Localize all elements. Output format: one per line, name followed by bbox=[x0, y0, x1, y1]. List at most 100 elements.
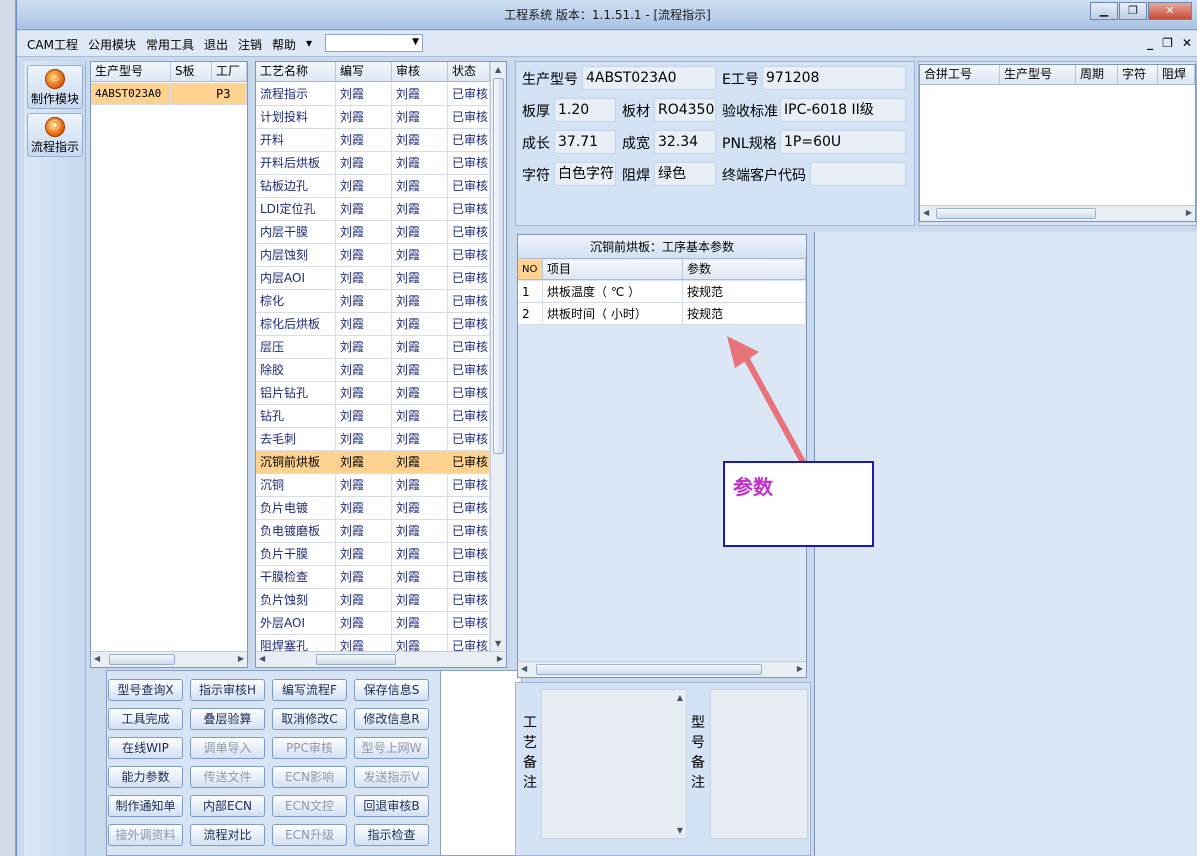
process-row[interactable]: LDI定位孔 刘霞 刘霞 已审核 bbox=[256, 198, 490, 221]
col-merge-cycle[interactable]: 周期 bbox=[1076, 65, 1118, 84]
scroll-thumb[interactable] bbox=[316, 654, 396, 665]
scroll-up-icon[interactable]: ▲ bbox=[677, 693, 683, 702]
menu-logout[interactable]: 注销 bbox=[238, 36, 262, 53]
action-button[interactable]: 型号上网W bbox=[354, 737, 429, 759]
process-row[interactable]: 层压 刘霞 刘霞 已审核 bbox=[256, 336, 490, 359]
scroll-down-icon[interactable]: ▼ bbox=[677, 826, 683, 835]
process-row[interactable]: 负电镀磨板 刘霞 刘霞 已审核 bbox=[256, 520, 490, 543]
thickness-value[interactable]: 1.20 bbox=[554, 98, 616, 122]
action-button[interactable]: 回退审核B bbox=[354, 795, 429, 817]
process-row[interactable]: 外层AOI 刘霞 刘霞 已审核 bbox=[256, 612, 490, 635]
pnl-value[interactable]: 1P=60U bbox=[780, 130, 906, 154]
scroll-left-icon[interactable]: ◀ bbox=[94, 654, 100, 663]
process-row[interactable]: 棕化后烘板 刘霞 刘霞 已审核 bbox=[256, 313, 490, 336]
action-button[interactable]: ECN升级 bbox=[272, 824, 347, 846]
length-value[interactable]: 37.71 bbox=[554, 130, 616, 154]
col-param[interactable]: 参数 bbox=[683, 260, 806, 279]
standard-value[interactable]: IPC-6018 II级 bbox=[780, 98, 906, 122]
action-button[interactable]: 流程对比 bbox=[190, 824, 265, 846]
process-row[interactable]: 沉铜前烘板 刘霞 刘霞 已审核 bbox=[256, 451, 490, 474]
col-merge-char[interactable]: 字符 bbox=[1118, 65, 1158, 84]
mdi-close-button[interactable]: ✕ bbox=[1182, 36, 1192, 50]
scroll-up-icon[interactable]: ▲ bbox=[495, 65, 501, 74]
process-row[interactable]: 除胶 刘霞 刘霞 已审核 bbox=[256, 359, 490, 382]
action-button[interactable]: 发送指示V bbox=[354, 766, 429, 788]
process-row[interactable]: 计划投料 刘霞 刘霞 已审核 bbox=[256, 106, 490, 129]
menu-combo-box[interactable]: ▼ bbox=[325, 34, 423, 52]
menu-exit[interactable]: 退出 bbox=[204, 36, 228, 53]
action-button[interactable]: 能力参数 bbox=[108, 766, 183, 788]
scroll-down-icon[interactable]: ▼ bbox=[495, 639, 501, 648]
col-merge-mask[interactable]: 阻焊 bbox=[1158, 65, 1195, 84]
action-button[interactable]: 取消修改C bbox=[272, 708, 347, 730]
model-value[interactable]: 4ABST023A0 bbox=[582, 66, 716, 90]
mdi-restore-button[interactable]: ❐ bbox=[1162, 36, 1173, 50]
model-row[interactable]: 4ABST023A0 P3 bbox=[91, 83, 247, 105]
params-row[interactable]: 1 烘板温度（ ℃ ） 按规范 bbox=[518, 281, 806, 303]
action-button[interactable]: 型号查询X bbox=[108, 679, 183, 701]
process-grid-vscroll[interactable]: ▲ ▼ bbox=[490, 62, 506, 651]
process-row[interactable]: 内层干膜 刘霞 刘霞 已审核 bbox=[256, 221, 490, 244]
col-merge-no[interactable]: 合拼工号 bbox=[920, 65, 1000, 84]
menu-help[interactable]: 帮助 bbox=[272, 36, 296, 53]
material-value[interactable]: RO4350B bbox=[654, 98, 716, 122]
scroll-thumb-vertical[interactable] bbox=[493, 78, 504, 454]
scroll-left-icon[interactable]: ◀ bbox=[923, 208, 929, 217]
model-grid-hscroll[interactable]: ◀ ▶ bbox=[91, 651, 247, 667]
title-bar[interactable]: 工程系统 版本：1.1.51.1 - [流程指示] ▁ ❐ ✕ bbox=[17, 0, 1197, 30]
scroll-right-icon[interactable]: ▶ bbox=[1186, 208, 1192, 217]
action-button[interactable]: ECN影响 bbox=[272, 766, 347, 788]
help-dropdown-arrow-icon[interactable]: ▾ bbox=[306, 36, 312, 53]
merge-grid-hscroll[interactable]: ◀ ▶ bbox=[920, 205, 1195, 221]
process-row[interactable]: 阻焊塞孔 刘霞 刘霞 已审核 bbox=[256, 635, 490, 651]
process-row[interactable]: 负片干膜 刘霞 刘霞 已审核 bbox=[256, 543, 490, 566]
col-status[interactable]: 状态 bbox=[448, 62, 490, 81]
action-button[interactable]: 编写流程F bbox=[272, 679, 347, 701]
action-button[interactable]: 在线WIP bbox=[108, 737, 183, 759]
scroll-right-icon[interactable]: ▶ bbox=[497, 654, 503, 663]
process-row[interactable]: 铝片钻孔 刘霞 刘霞 已审核 bbox=[256, 382, 490, 405]
char-value[interactable]: 白色字符 bbox=[554, 162, 616, 186]
mask-value[interactable]: 绿色 bbox=[654, 162, 716, 186]
col-model[interactable]: 生产型号 bbox=[91, 62, 171, 81]
make-module-button[interactable]: ♨ 制作模块 bbox=[27, 65, 83, 109]
eng-no-value[interactable]: 971208 bbox=[762, 66, 906, 90]
action-button[interactable]: ECN文控 bbox=[272, 795, 347, 817]
action-button[interactable]: 传送文件 bbox=[190, 766, 265, 788]
process-row[interactable]: 沉铜 刘霞 刘霞 已审核 bbox=[256, 474, 490, 497]
action-button[interactable]: 修改信息R bbox=[354, 708, 429, 730]
process-row[interactable]: 内层AOI 刘霞 刘霞 已审核 bbox=[256, 267, 490, 290]
action-button[interactable]: 叠层验算 bbox=[190, 708, 265, 730]
maximize-button[interactable]: ❐ bbox=[1119, 2, 1147, 20]
process-note-textarea[interactable]: ▲ ▼ bbox=[541, 689, 687, 839]
col-factory[interactable]: 工厂 bbox=[212, 62, 247, 81]
action-button[interactable]: 指示审核H bbox=[190, 679, 265, 701]
width-value[interactable]: 32.34 bbox=[654, 130, 716, 154]
action-button[interactable]: 调单导入 bbox=[190, 737, 265, 759]
process-row[interactable]: 开料后烘板 刘霞 刘霞 已审核 bbox=[256, 152, 490, 175]
mdi-minimize-button[interactable]: _ bbox=[1147, 36, 1153, 50]
process-row[interactable]: 开料 刘霞 刘霞 已审核 bbox=[256, 129, 490, 152]
col-reviewer[interactable]: 审核 bbox=[392, 62, 448, 81]
col-no[interactable]: NO bbox=[518, 260, 543, 279]
scroll-right-icon[interactable]: ▶ bbox=[797, 664, 803, 673]
action-button[interactable]: 制作通知单 bbox=[108, 795, 183, 817]
process-row[interactable]: 内层蚀刻 刘霞 刘霞 已审核 bbox=[256, 244, 490, 267]
menu-common-module[interactable]: 公用模块 bbox=[88, 36, 136, 53]
close-button[interactable]: ✕ bbox=[1148, 2, 1192, 20]
process-row[interactable]: 负片电镀 刘霞 刘霞 已审核 bbox=[256, 497, 490, 520]
process-grid-hscroll[interactable]: ◀ ▶ bbox=[256, 651, 506, 667]
minimize-button[interactable]: ▁ bbox=[1090, 2, 1118, 20]
col-s-board[interactable]: S板 bbox=[171, 62, 212, 81]
process-row[interactable]: 棕化 刘霞 刘霞 已审核 bbox=[256, 290, 490, 313]
process-row[interactable]: 钻孔 刘霞 刘霞 已审核 bbox=[256, 405, 490, 428]
action-button[interactable]: 内部ECN bbox=[190, 795, 265, 817]
menu-cam[interactable]: CAM工程 bbox=[27, 36, 78, 53]
scroll-thumb[interactable] bbox=[536, 664, 762, 675]
action-button[interactable]: 接外调资料 bbox=[108, 824, 183, 846]
scroll-thumb[interactable] bbox=[109, 654, 175, 665]
action-button[interactable]: PPC审核 bbox=[272, 737, 347, 759]
scroll-right-icon[interactable]: ▶ bbox=[238, 654, 244, 663]
action-button[interactable]: 工具完成 bbox=[108, 708, 183, 730]
action-button[interactable]: 保存信息S bbox=[354, 679, 429, 701]
